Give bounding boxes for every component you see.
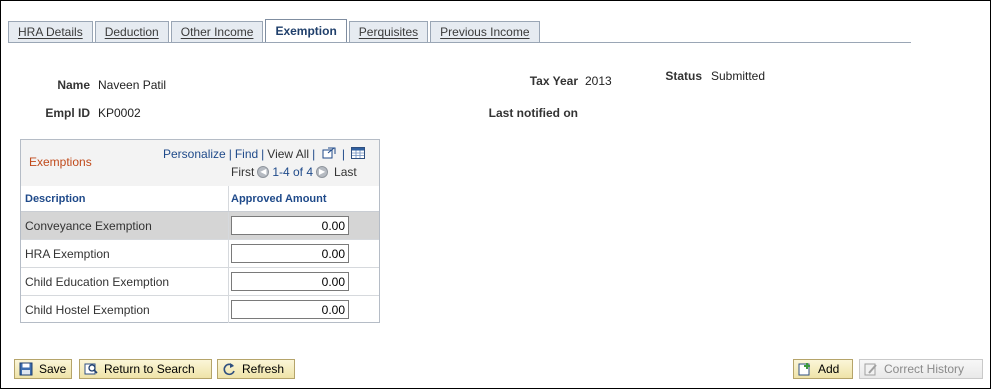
exemptions-grid: Exemptions Personalize | Find | View All | | …	[20, 139, 380, 323]
divider: |	[312, 147, 316, 161]
refresh-button[interactable]: Refresh	[217, 359, 295, 379]
correct-history-label: Correct History	[884, 362, 965, 376]
tab-previous-income[interactable]: Previous Income	[430, 21, 540, 42]
name-label: Name	[57, 78, 90, 92]
grid-title: Exemptions	[29, 155, 92, 169]
tab-underline	[8, 42, 911, 43]
taxyear-label: Tax Year	[529, 74, 578, 88]
status-value: Submitted	[711, 69, 766, 83]
add-button[interactable]: Add	[793, 359, 853, 379]
tab-perquisites[interactable]: Perquisites	[348, 21, 429, 42]
approved-amount-field[interactable]	[231, 216, 349, 235]
add-label: Add	[818, 362, 840, 376]
column-divider	[228, 268, 229, 295]
save-button[interactable]: Save	[14, 359, 72, 379]
next-arrow-icon[interactable]: ▶	[316, 166, 329, 178]
status-label: Status	[665, 69, 702, 83]
add-icon	[798, 362, 812, 376]
correct-history-icon	[864, 362, 878, 376]
return-to-search-button[interactable]: Return to Search	[79, 359, 212, 379]
new-window-icon[interactable]	[322, 147, 336, 162]
previous-arrow-icon[interactable]: ◀	[257, 166, 270, 178]
column-divider	[228, 240, 229, 267]
approved-amount-field[interactable]	[231, 272, 349, 291]
row-range: 1-4 of 4	[272, 165, 314, 179]
column-divider	[228, 186, 229, 212]
column-divider	[228, 296, 229, 323]
last-link: Last	[334, 165, 357, 179]
first-link: First	[231, 165, 255, 179]
find-link[interactable]: Find	[235, 147, 258, 161]
last-notified-label: Last notified on	[488, 106, 578, 120]
grid-tools: Personalize | Find | View All | |	[163, 147, 366, 162]
column-header-approved-amount: Approved Amount	[231, 193, 327, 205]
tab-exemption[interactable]: Exemption	[265, 19, 347, 42]
table-row: Child Education Exemption	[21, 268, 379, 296]
tab-hra-details[interactable]: HRA Details	[8, 21, 93, 42]
taxyear-value: 2013	[585, 74, 612, 88]
approved-amount-field[interactable]	[231, 244, 349, 263]
table-row: Conveyance Exemption	[21, 212, 379, 240]
approved-amount-field[interactable]	[231, 300, 349, 319]
name-value: Naveen Patil	[98, 78, 167, 92]
correct-history-button[interactable]: Correct History	[859, 359, 983, 379]
divider: |	[228, 147, 232, 161]
row-description: HRA Exemption	[25, 246, 110, 261]
column-header-description: Description	[25, 193, 86, 205]
return-to-search-icon	[84, 362, 98, 376]
divider: |	[341, 147, 346, 161]
emplid-label: Empl ID	[45, 106, 90, 120]
row-description: Conveyance Exemption	[25, 218, 152, 233]
column-divider	[228, 212, 229, 239]
personalize-link[interactable]: Personalize	[163, 147, 226, 161]
save-label: Save	[39, 362, 67, 376]
refresh-label: Refresh	[242, 362, 285, 376]
grid-header: Exemptions Personalize | Find | View All | | …	[21, 140, 379, 186]
table-row: Child Hostel Exemption	[21, 296, 379, 324]
grid-navigation: First ◀ 1-4 of 4 ▶ Last	[231, 165, 357, 179]
row-description: Child Education Exemption	[25, 274, 170, 289]
row-description: Child Hostel Exemption	[25, 302, 150, 317]
view-all-link[interactable]: View All	[267, 147, 309, 161]
table-row: HRA Exemption	[21, 240, 379, 268]
divider: |	[261, 147, 265, 161]
return-to-search-label: Return to Search	[104, 362, 195, 376]
save-icon	[19, 362, 33, 376]
emplid-value: KP0002	[98, 106, 141, 120]
download-grid-icon[interactable]	[351, 147, 366, 162]
tab-bar: HRA Details Deduction Other Income Exemp…	[8, 19, 542, 43]
tab-other-income[interactable]: Other Income	[170, 21, 264, 42]
refresh-icon	[222, 362, 236, 376]
tab-deduction[interactable]: Deduction	[94, 21, 169, 42]
